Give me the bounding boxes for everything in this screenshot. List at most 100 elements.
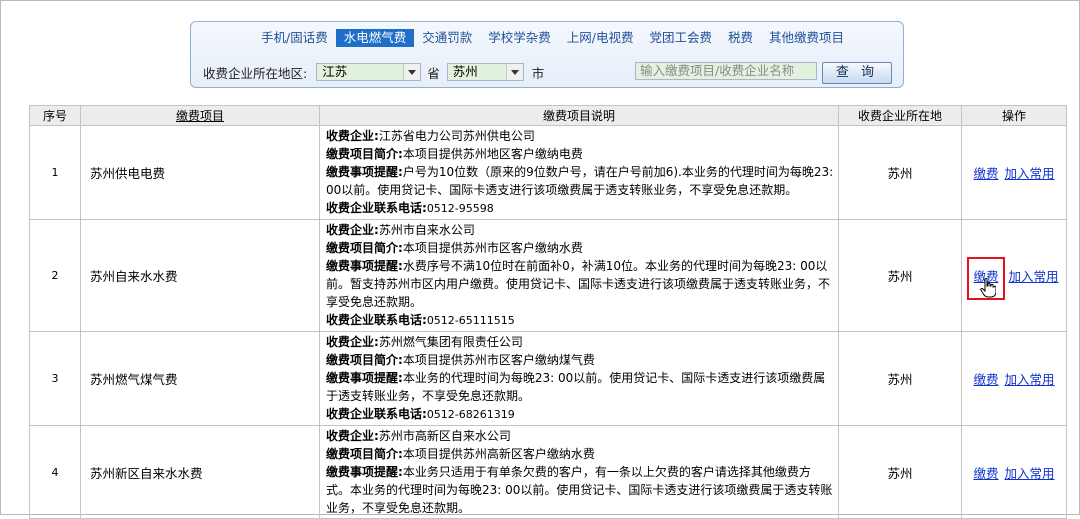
- header-item[interactable]: 缴费项目: [80, 105, 320, 126]
- row-index: 3: [29, 331, 81, 426]
- row-region: 苏州: [838, 331, 962, 426]
- header-index: 序号: [29, 105, 81, 126]
- phone-line: 收费企业联系电话:0512-68261319: [326, 405, 834, 424]
- notice-label: 缴费事项提醒:: [326, 371, 403, 385]
- intro-label: 缴费项目简介:: [326, 241, 403, 255]
- category-tabs: 手机/固话费 水电燃气费 交通罚款 学校学杂费 上网/电视费 党团工会费 税费 …: [253, 29, 852, 47]
- table-row: 2 苏州自来水水费 收费企业:苏州市自来水公司 缴费项目简介:本项目提供苏州市区…: [29, 219, 1067, 332]
- tab-utilities[interactable]: 水电燃气费: [335, 29, 415, 47]
- table-row: 4 苏州新区自来水水费 收费企业:苏州市高新区自来水公司 缴费项目简介:本项目提…: [29, 425, 1067, 519]
- notice-label: 缴费事项提醒:: [326, 465, 403, 479]
- tab-phone[interactable]: 手机/固话费: [253, 29, 336, 47]
- company-label: 收费企业:: [326, 223, 379, 237]
- tab-traffic-fines[interactable]: 交通罚款: [414, 29, 480, 47]
- row-actions: 缴费 加入常用: [961, 331, 1067, 426]
- company-label: 收费企业:: [326, 129, 379, 143]
- pay-link[interactable]: 缴费: [973, 466, 998, 481]
- notice-value: 本业务只适用于有单条欠费的客户，有一条以上欠费的客户请选择其他缴费方式。本业务的…: [326, 465, 833, 515]
- province-unit: 省: [427, 65, 440, 81]
- phone-label: 收费企业联系电话:: [326, 201, 427, 215]
- intro-value: 本项目提供苏州高新区客户缴纳水费: [402, 447, 595, 461]
- row-region: 苏州: [838, 125, 962, 220]
- company-line: 收费企业:江苏省电力公司苏州供电公司: [326, 127, 834, 145]
- tab-school-fees[interactable]: 学校学杂费: [480, 29, 559, 47]
- notice-line: 缴费事项提醒:户号为10位数（原来的9位数户号，请在户号前加6).本业务的代理时…: [326, 163, 834, 199]
- company-line: 收费企业:苏州燃气集团有限责任公司: [326, 333, 834, 351]
- city-select[interactable]: 苏州: [446, 63, 524, 81]
- tab-tax[interactable]: 税费: [720, 29, 761, 47]
- province-select[interactable]: 江苏: [316, 63, 422, 81]
- intro-line: 缴费项目简介:本项目提供苏州市区客户缴纳煤气费: [326, 351, 834, 369]
- notice-line: 缴费事项提醒:本业务的代理时间为每晚23: 00以前。使用贷记卡、国际卡透支进行…: [326, 369, 834, 405]
- row-region: 苏州: [838, 425, 962, 519]
- table-row: 1 苏州供电电费 收费企业:江苏省电力公司苏州供电公司 缴费项目简介:本项目提供…: [29, 125, 1067, 220]
- tab-party-union[interactable]: 党团工会费: [641, 29, 720, 47]
- header-region: 收费企业所在地: [838, 105, 962, 126]
- intro-line: 缴费项目简介:本项目提供苏州高新区客户缴纳水费: [326, 445, 834, 463]
- row-description: 收费企业:苏州燃气集团有限责任公司 缴费项目简介:本项目提供苏州市区客户缴纳煤气…: [319, 331, 839, 426]
- query-button[interactable]: 查 询: [822, 62, 892, 84]
- row-description: 收费企业:苏州市自来水公司 缴费项目简介:本项目提供苏州市区客户缴纳水费 缴费事…: [319, 219, 839, 332]
- pay-link[interactable]: 缴费: [973, 166, 998, 181]
- intro-value: 本项目提供苏州市区客户缴纳水费: [402, 241, 583, 255]
- region-label: 收费企业所在地区:: [203, 65, 308, 81]
- add-favorite-link[interactable]: 加入常用: [1005, 166, 1055, 181]
- table-header: 序号 缴费项目 缴费项目说明 收费企业所在地 操作: [29, 105, 1067, 126]
- row-region: 苏州: [838, 219, 962, 332]
- header-item-link[interactable]: 缴费项目: [176, 109, 224, 123]
- notice-label: 缴费事项提醒:: [326, 165, 403, 179]
- phone-label: 收费企业联系电话:: [326, 313, 427, 327]
- table-row: 3 苏州燃气煤气费 收费企业:苏州燃气集团有限责任公司 缴费项目简介:本项目提供…: [29, 331, 1067, 426]
- row-index: 1: [29, 125, 81, 220]
- chevron-down-icon[interactable]: [505, 64, 523, 80]
- company-value: 苏州市自来水公司: [378, 223, 475, 237]
- payment-items-table: 序号 缴费项目 缴费项目说明 收费企业所在地 操作 1 苏州供电电费 收费企业:…: [29, 105, 1067, 519]
- search-panel: 手机/固话费 水电燃气费 交通罚款 学校学杂费 上网/电视费 党团工会费 税费 …: [190, 21, 904, 88]
- company-value: 江苏省电力公司苏州供电公司: [378, 129, 535, 143]
- company-line: 收费企业:苏州市高新区自来水公司: [326, 427, 834, 445]
- add-favorite-link[interactable]: 加入常用: [1005, 466, 1055, 481]
- phone-value: 0512-95598: [426, 202, 494, 215]
- search-input[interactable]: 输入缴费项目/收费企业名称: [635, 62, 817, 80]
- phone-value: 0512-68261319: [426, 408, 515, 421]
- city-value: 苏州: [452, 64, 478, 79]
- company-label: 收费企业:: [326, 429, 379, 443]
- phone-line: 收费企业联系电话:0512-95598: [326, 199, 834, 218]
- add-favorite-link[interactable]: 加入常用: [1009, 269, 1059, 284]
- tab-other[interactable]: 其他缴费项目: [761, 29, 852, 47]
- intro-label: 缴费项目简介:: [326, 353, 403, 367]
- row-index: 2: [29, 219, 81, 332]
- row-item-name: 苏州新区自来水水费: [80, 425, 320, 519]
- hand-cursor-icon: [980, 278, 996, 298]
- row-item-name: 苏州供电电费: [80, 125, 320, 220]
- intro-label: 缴费项目简介:: [326, 447, 403, 461]
- row-index: 4: [29, 425, 81, 519]
- company-value: 苏州燃气集团有限责任公司: [378, 335, 523, 349]
- intro-value: 本项目提供苏州市区客户缴纳煤气费: [402, 353, 595, 367]
- intro-line: 缴费项目简介:本项目提供苏州市区客户缴纳水费: [326, 239, 834, 257]
- intro-label: 缴费项目简介:: [326, 147, 403, 161]
- intro-line: 缴费项目简介:本项目提供苏州地区客户缴纳电费: [326, 145, 834, 163]
- add-favorite-link[interactable]: 加入常用: [1005, 372, 1055, 387]
- row-description: 收费企业:苏州市高新区自来水公司 缴费项目简介:本项目提供苏州高新区客户缴纳水费…: [319, 425, 839, 519]
- company-line: 收费企业:苏州市自来水公司: [326, 221, 834, 239]
- notice-line: 缴费事项提醒:本业务只适用于有单条欠费的客户，有一条以上欠费的客户请选择其他缴费…: [326, 463, 834, 517]
- notice-label: 缴费事项提醒:: [326, 259, 403, 273]
- tab-internet-tv[interactable]: 上网/电视费: [559, 29, 642, 47]
- row-actions: 缴费 加入常用: [961, 219, 1067, 332]
- chevron-down-icon[interactable]: [403, 64, 421, 80]
- company-label: 收费企业:: [326, 335, 379, 349]
- row-item-name: 苏州燃气煤气费: [80, 331, 320, 426]
- row-actions: 缴费 加入常用: [961, 125, 1067, 220]
- company-value: 苏州市高新区自来水公司: [378, 429, 511, 443]
- notice-value: 户号为10位数（原来的9位数户号，请在户号前加6).本业务的代理时间为每晚23:…: [326, 165, 834, 197]
- city-unit: 市: [531, 65, 545, 81]
- page-frame: 手机/固话费 水电燃气费 交通罚款 学校学杂费 上网/电视费 党团工会费 税费 …: [0, 0, 1080, 519]
- header-ops: 操作: [961, 105, 1067, 126]
- header-desc: 缴费项目说明: [319, 105, 839, 126]
- row-description: 收费企业:江苏省电力公司苏州供电公司 缴费项目简介:本项目提供苏州地区客户缴纳电…: [319, 125, 839, 220]
- row-actions: 缴费 加入常用: [961, 425, 1067, 519]
- intro-value: 本项目提供苏州地区客户缴纳电费: [402, 147, 583, 161]
- region-filter: 收费企业所在地区: 江苏 省 苏州 市: [203, 62, 544, 82]
- pay-link[interactable]: 缴费: [973, 372, 998, 387]
